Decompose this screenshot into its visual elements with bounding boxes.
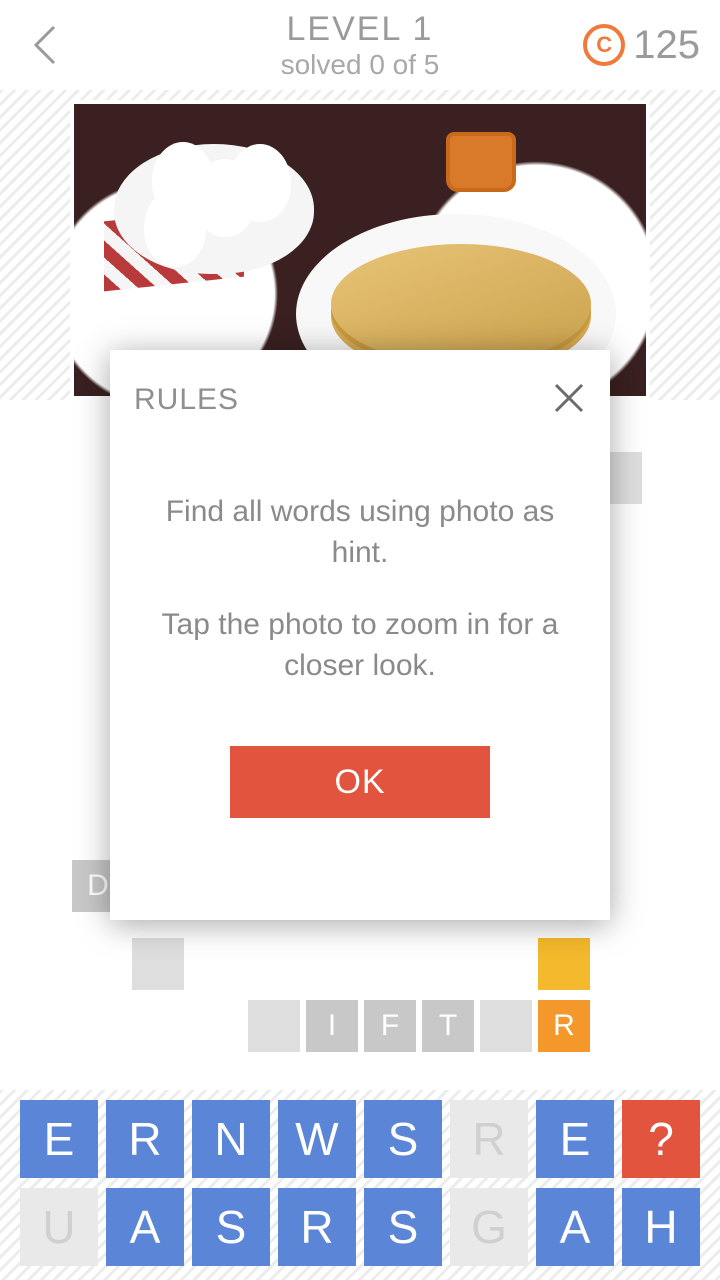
egg	[144, 189, 206, 267]
close-icon	[552, 381, 586, 415]
back-button[interactable]	[20, 20, 70, 70]
answer-word-row: I F T R	[248, 1000, 590, 1052]
coin-amount: 125	[633, 23, 700, 68]
egg	[229, 144, 291, 222]
answer-slot-group	[132, 938, 184, 990]
answer-slot[interactable]	[132, 938, 184, 990]
letter-tile[interactable]: A	[536, 1188, 614, 1266]
letter-bank-row: UASRSGAH	[12, 1188, 708, 1266]
letter-tile[interactable]: W	[278, 1100, 356, 1178]
modal-title: RULES	[134, 383, 239, 417]
answer-slot-highlight[interactable]	[538, 938, 590, 990]
letter-tile[interactable]: S	[192, 1188, 270, 1266]
answer-slot[interactable]: I	[306, 1000, 358, 1052]
letter-tile[interactable]: R	[106, 1100, 184, 1178]
header: LEVEL 1 solved 0 of 5 C 125	[0, 0, 720, 90]
letter-tile[interactable]: U	[20, 1188, 98, 1266]
rules-text-2: Tap the photo to zoom in for a closer lo…	[140, 605, 580, 686]
letter-tile[interactable]: E	[20, 1100, 98, 1178]
letter-tile[interactable]: G	[450, 1188, 528, 1266]
answer-slot-highlight[interactable]: R	[538, 1000, 590, 1052]
letter-bank-row: ERNWSRE?	[12, 1100, 708, 1178]
letter-tile[interactable]: R	[278, 1188, 356, 1266]
answer-slot[interactable]	[248, 1000, 300, 1052]
close-button[interactable]	[552, 381, 586, 420]
answer-slot[interactable]: F	[364, 1000, 416, 1052]
modal-header: RULES	[134, 378, 586, 422]
modal-body: Find all words using photo as hint. Tap …	[134, 492, 586, 686]
letter-tile[interactable]: E	[536, 1100, 614, 1178]
letter-tile[interactable]: S	[364, 1188, 442, 1266]
rules-text-1: Find all words using photo as hint.	[140, 492, 580, 573]
hint-button[interactable]: ?	[622, 1100, 700, 1178]
pancakes	[331, 244, 591, 364]
chevron-left-icon	[30, 23, 60, 67]
cup	[446, 132, 516, 192]
letter-tile[interactable]: R	[450, 1100, 528, 1178]
coin-counter[interactable]: C 125	[583, 23, 700, 68]
coin-icon: C	[583, 24, 625, 66]
letter-tile[interactable]: A	[106, 1188, 184, 1266]
rules-modal: RULES Find all words using photo as hint…	[110, 350, 610, 920]
letter-tile[interactable]: S	[364, 1100, 442, 1178]
answer-slot-group	[538, 938, 590, 990]
ok-button[interactable]: OK	[230, 746, 490, 818]
answer-slot[interactable]	[480, 1000, 532, 1052]
letter-tile[interactable]: N	[192, 1100, 270, 1178]
letter-bank: ERNWSRE? UASRSGAH	[0, 1090, 720, 1280]
letter-tile[interactable]: H	[622, 1188, 700, 1266]
answer-slot[interactable]: T	[422, 1000, 474, 1052]
